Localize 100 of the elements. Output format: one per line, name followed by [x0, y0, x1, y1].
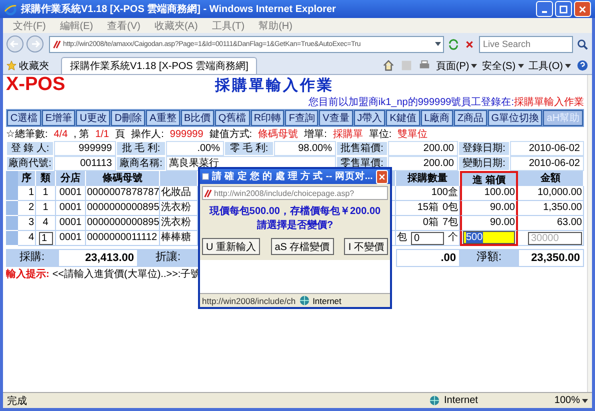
table-cell: 0001 — [56, 201, 86, 216]
status-text: 頁 — [115, 128, 126, 141]
scrollbar[interactable] — [587, 75, 592, 392]
dialog-button[interactable]: aS 存檔變價 — [270, 238, 334, 255]
field-value: 001113 — [54, 156, 116, 171]
globe-icon — [429, 395, 440, 406]
table-cell: 0000000011112 — [86, 231, 160, 246]
quantity-text: 0箱 — [422, 216, 438, 230]
toolbar-button[interactable]: E增筆 — [42, 110, 76, 126]
field-label: 批售箱價: — [336, 141, 388, 156]
table-cell: 1 — [18, 186, 36, 201]
status-text: 4/4 — [54, 128, 68, 140]
unit-label: 个 — [448, 231, 458, 245]
table-cell: 0001 — [56, 231, 86, 246]
toolbar-button[interactable]: C選檔 — [7, 110, 41, 126]
field-value: .00% — [166, 141, 224, 156]
toolbar-button[interactable]: B比價 — [180, 110, 214, 126]
toolbar-button[interactable]: R印轉 — [250, 110, 284, 126]
status-text: 1/1 — [95, 128, 110, 140]
toolbar-button[interactable]: D刪除 — [111, 110, 146, 126]
quantity-text: 15箱 — [417, 201, 438, 215]
search-icon[interactable] — [576, 38, 589, 50]
toolbar-button[interactable]: G單位切換 — [488, 110, 542, 126]
toolbar-button[interactable]: Z商品 — [454, 110, 487, 126]
star-icon — [6, 60, 17, 71]
minimize-button[interactable] — [536, 1, 553, 17]
home-icon[interactable] — [382, 59, 395, 72]
table-cell: 1 — [42, 186, 48, 200]
column-header: 金額 — [518, 171, 584, 188]
page-icon — [52, 40, 61, 48]
row-header-strip — [6, 186, 18, 201]
close-button[interactable] — [574, 1, 591, 17]
status-text: 完成 — [7, 394, 28, 408]
toolbar-button[interactable]: A重整 — [146, 110, 180, 126]
menu-item[interactable]: 工具(T) — [212, 19, 245, 32]
toolbar-button[interactable]: K鍵值 — [386, 110, 420, 126]
quantity-input[interactable]: 0 — [411, 232, 444, 244]
unit-label: 包 — [397, 231, 407, 245]
menu-item[interactable]: 幫助(H) — [258, 19, 292, 32]
zoom-level[interactable]: 100% — [538, 395, 588, 406]
close-icon — [578, 4, 587, 14]
dialog-button[interactable]: U 重新輸入 — [202, 238, 260, 255]
caret-icon — [471, 64, 478, 68]
browser-tab[interactable]: 採購作業系統V1.18 [X-POS 雲端商務網] — [61, 57, 258, 74]
caret-icon[interactable] — [435, 42, 441, 46]
field-value: 200.00 — [388, 156, 458, 171]
menu-item[interactable]: 查看(V) — [107, 19, 140, 32]
command-menu[interactable]: 工具(O) — [528, 58, 571, 72]
field-label: 廠商代號: — [6, 156, 54, 171]
maximize-icon — [559, 4, 568, 14]
toolbar-button[interactable]: Q舊檔 — [215, 110, 250, 126]
maximize-button[interactable] — [555, 1, 572, 17]
security-zone: Internet — [444, 395, 479, 406]
toolbar-button[interactable]: J帶入 — [354, 110, 386, 126]
browser-logo-icon — [4, 2, 17, 16]
back-forward-icon[interactable] — [6, 35, 46, 53]
total-label: 折讓: — [138, 249, 198, 267]
table-cell: 3 — [18, 216, 36, 231]
toolbar-button[interactable]: F查詢 — [285, 110, 318, 126]
command-menu[interactable]: 頁面(P) — [436, 58, 478, 72]
dialog-button[interactable]: I 不變價 — [344, 238, 388, 255]
status-text: 單位: — [368, 128, 392, 141]
menu-item[interactable]: 收藏夾(A) — [154, 19, 198, 32]
quantity-text: 100盒 — [431, 186, 458, 200]
caret-icon — [582, 398, 588, 402]
table-cell: 90.00 — [490, 216, 515, 230]
close-button[interactable] — [376, 170, 388, 184]
page-title: 採購單輸入作業 — [215, 76, 334, 94]
hint-label: 輸入提示: — [6, 268, 50, 281]
menu-item[interactable]: 編輯(E) — [60, 19, 94, 32]
status-text: ☆總筆數: — [6, 128, 48, 141]
row-header-strip — [6, 231, 18, 246]
price-input[interactable]: 500 — [463, 231, 515, 244]
help-icon[interactable] — [576, 59, 589, 72]
refresh-icon[interactable] — [447, 38, 460, 50]
toolbar-button[interactable]: L廠商 — [420, 110, 454, 126]
dialog-status-zone: Internet — [312, 296, 342, 306]
menu-item[interactable]: 文件(F) — [13, 19, 46, 32]
row-header-strip — [6, 216, 18, 231]
table-cell: 0000007878787 — [86, 186, 160, 201]
page-icon — [203, 188, 212, 198]
total-value: 23,413.00 — [58, 249, 138, 267]
globe-icon — [298, 295, 310, 306]
total-label: 採購: — [6, 249, 58, 267]
status-text: , 第 — [74, 128, 90, 141]
field-value: 98.00% — [274, 141, 336, 156]
logo-text: X-POS — [6, 74, 66, 96]
toolbar-button[interactable]: U更改 — [76, 110, 110, 126]
field-value: 999999 — [54, 141, 116, 156]
command-menu[interactable]: 安全(S) — [482, 58, 524, 72]
column-header: 採購數量 — [396, 171, 460, 188]
total-value: .00 — [396, 249, 460, 267]
minimize-icon — [542, 11, 547, 13]
field-value: 2010-06-02 — [510, 156, 584, 171]
dialog-message: 現價每包500.00，存檔價每包￥200.00 — [209, 204, 381, 218]
table-cell: 100.00 — [484, 186, 515, 200]
favorites-button[interactable]: 收藏夾 — [6, 57, 57, 74]
type-input[interactable]: 1 — [38, 232, 52, 244]
field-label: 登錄日期: — [458, 141, 510, 156]
toolbar-button[interactable]: V查量 — [319, 110, 353, 126]
